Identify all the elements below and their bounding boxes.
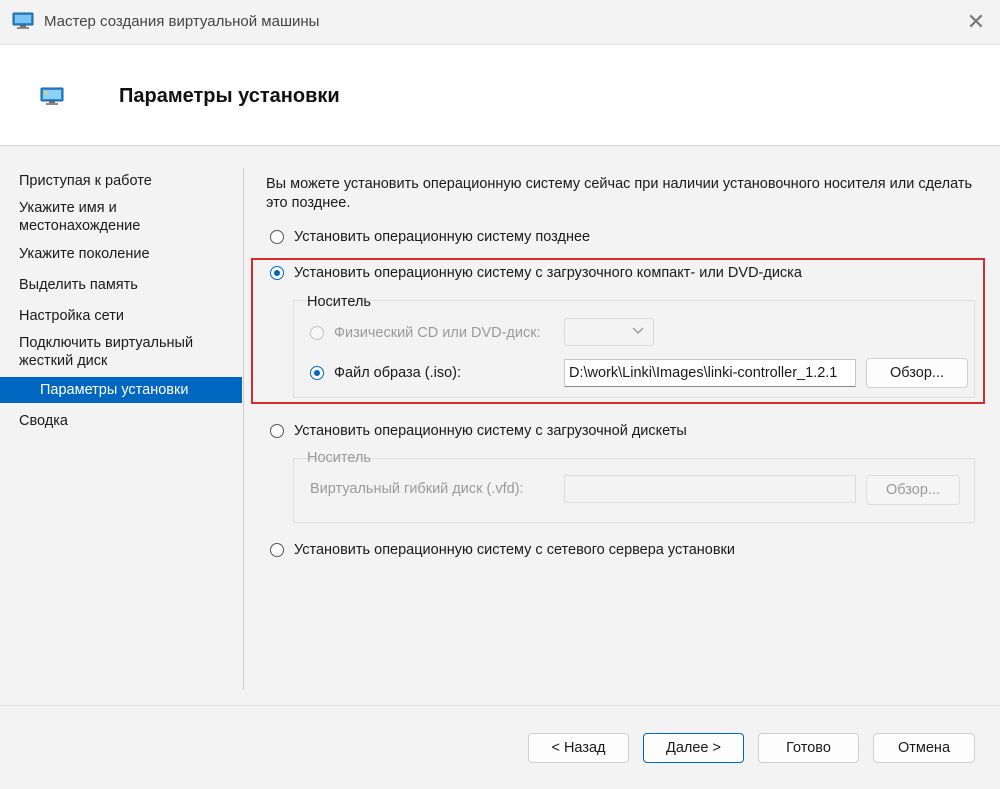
radio-install-floppy[interactable] xyxy=(270,424,284,438)
hyper-v-icon xyxy=(12,12,34,29)
chevron-down-icon xyxy=(631,323,645,340)
option-physical-cd-label: Физический CD или DVD-диск: xyxy=(334,325,541,341)
sidebar-item-installation-options[interactable]: Параметры установки xyxy=(0,377,242,403)
option-install-network-label: Установить операционную систему с сетево… xyxy=(294,542,735,558)
footer-divider xyxy=(0,705,1000,706)
finish-button[interactable]: Готово xyxy=(758,733,859,763)
sidebar-item-virtual-disk[interactable]: Подключить виртуальный жесткий диск xyxy=(19,334,224,370)
option-install-later[interactable]: Установить операционную систему позднее xyxy=(270,229,590,245)
option-install-floppy[interactable]: Установить операционную систему с загруз… xyxy=(270,423,687,439)
radio-physical-cd[interactable] xyxy=(310,326,324,340)
vfd-label: Виртуальный гибкий диск (.vfd): xyxy=(310,481,524,497)
next-button[interactable]: Далее > xyxy=(643,733,744,763)
monitor-icon xyxy=(40,87,64,105)
option-iso-file-label: Файл образа (.iso): xyxy=(334,365,462,381)
sidebar-item-generation[interactable]: Укажите поколение xyxy=(19,245,234,263)
title-bar: Мастер создания виртуальной машины ✕ xyxy=(0,0,1000,45)
iso-browse-button[interactable]: Обзор... xyxy=(866,358,968,388)
wizard-header: Параметры установки xyxy=(0,45,1000,146)
sidebar-item-networking[interactable]: Настройка сети xyxy=(19,307,234,325)
floppy-media-legend: Носитель xyxy=(307,450,371,466)
sidebar-item-summary[interactable]: Сводка xyxy=(19,412,234,430)
close-button[interactable]: ✕ xyxy=(960,6,992,38)
sidebar-item-memory[interactable]: Выделить память xyxy=(19,276,234,294)
dvd-media-legend: Носитель xyxy=(307,294,371,310)
option-install-network[interactable]: Установить операционную систему с сетево… xyxy=(270,542,735,558)
physical-drive-dropdown[interactable] xyxy=(564,318,654,346)
option-physical-cd[interactable]: Физический CD или DVD-диск: xyxy=(310,325,541,341)
installation-options-panel: Вы можете установить операционную систем… xyxy=(244,145,1000,705)
option-install-later-label: Установить операционную систему позднее xyxy=(294,229,591,245)
option-install-dvd[interactable]: Установить операционную систему с загруз… xyxy=(270,265,802,281)
option-iso-file[interactable]: Файл образа (.iso): xyxy=(310,365,461,381)
radio-install-dvd[interactable] xyxy=(270,266,284,280)
intro-text: Вы можете установить операционную систем… xyxy=(266,176,973,211)
sidebar-item-before-you-begin[interactable]: Приступая к работе xyxy=(19,172,234,190)
radio-iso-file[interactable] xyxy=(310,366,324,380)
vfd-path-input[interactable] xyxy=(564,475,856,503)
cancel-button[interactable]: Отмена xyxy=(873,733,975,763)
radio-install-later[interactable] xyxy=(270,230,284,244)
radio-install-network[interactable] xyxy=(270,543,284,557)
sidebar-item-name-location[interactable]: Укажите имя и местонахождение xyxy=(19,199,169,235)
option-install-dvd-label: Установить операционную систему с загруз… xyxy=(294,265,802,281)
window-title: Мастер создания виртуальной машины xyxy=(44,13,320,30)
option-install-floppy-label: Установить операционную систему с загруз… xyxy=(294,423,687,439)
back-button[interactable]: < Назад xyxy=(528,733,629,763)
page-title: Параметры установки xyxy=(119,85,340,107)
iso-path-input[interactable]: D:\work\Linki\Images\linki-controller_1.… xyxy=(564,359,856,387)
vfd-browse-button[interactable]: Обзор... xyxy=(866,475,960,505)
